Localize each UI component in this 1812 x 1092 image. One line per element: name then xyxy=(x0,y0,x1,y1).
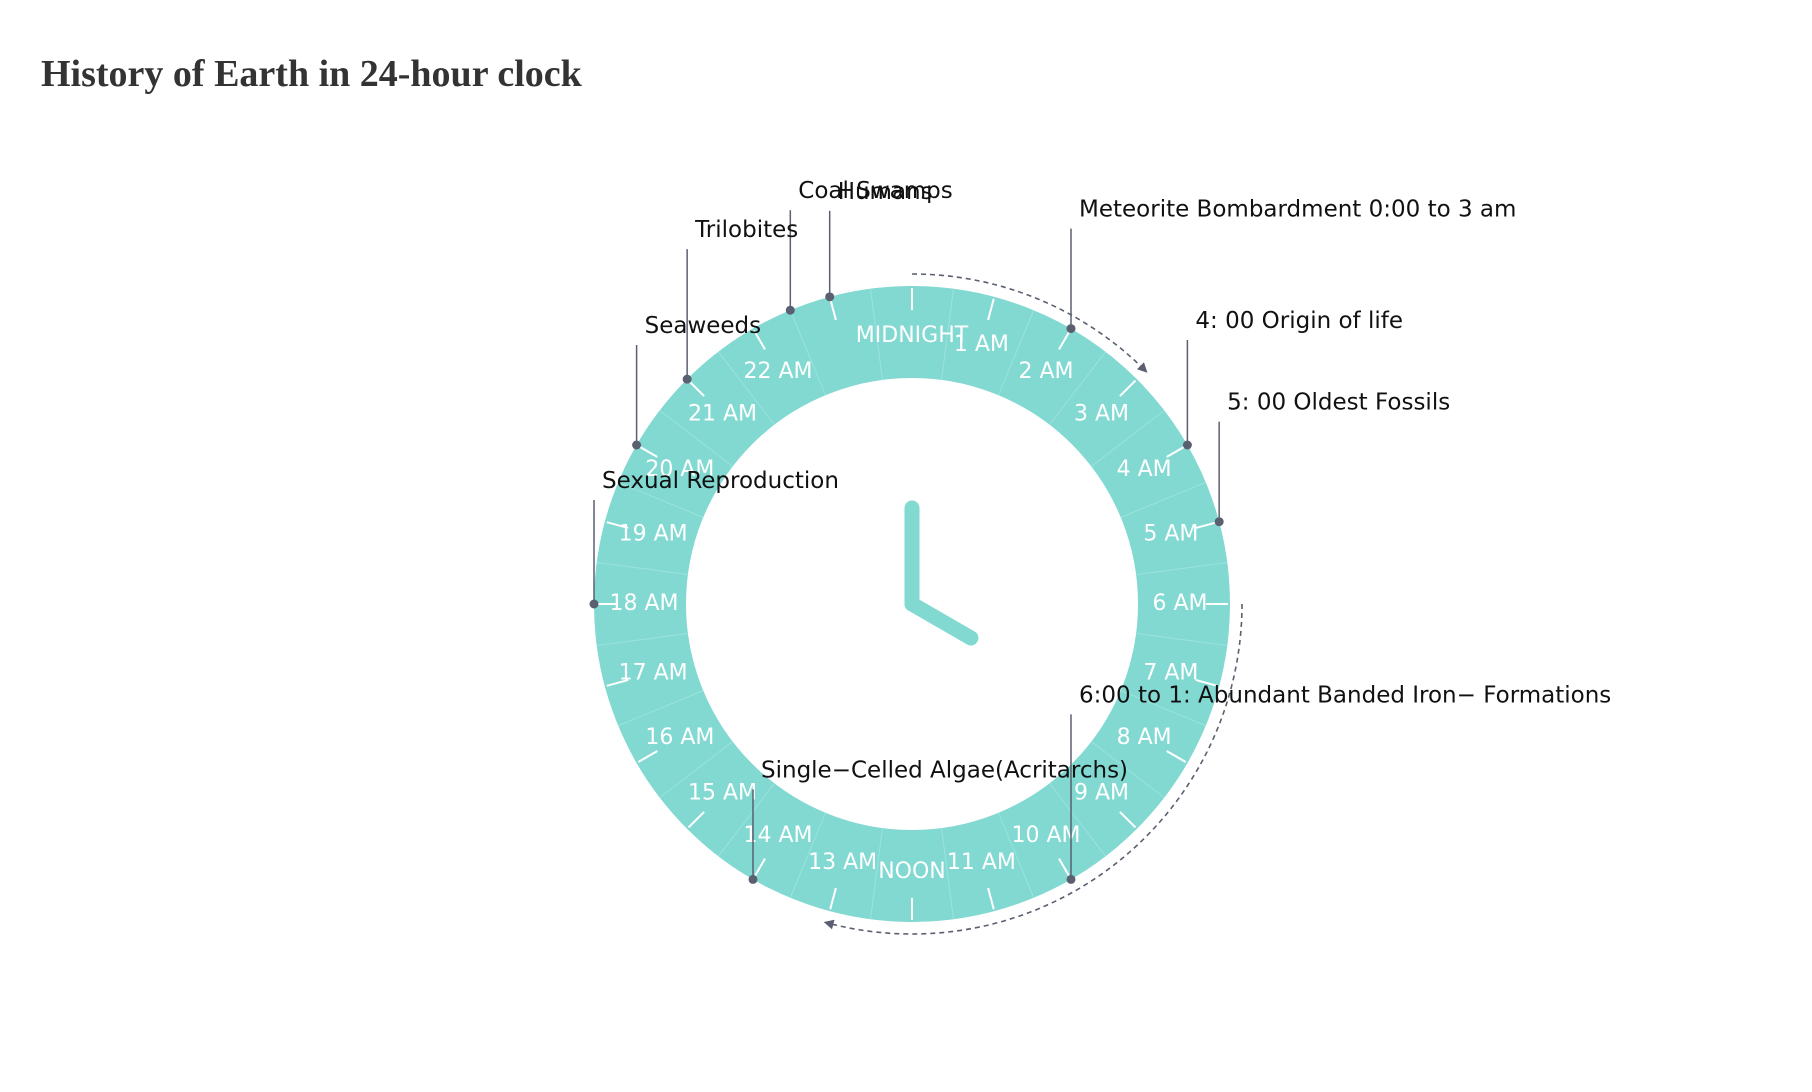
event-label: Trilobites xyxy=(694,217,798,243)
event-marker-dot xyxy=(825,292,835,302)
hour-label: 22 AM xyxy=(743,359,812,384)
hour-label: MIDNIGHT xyxy=(856,323,969,348)
event-label: Meteorite Bombardment 0:00 to 3 am xyxy=(1079,197,1516,223)
hour-label: 18 AM xyxy=(609,591,678,616)
event-marker-dot xyxy=(785,305,795,315)
hour-hand xyxy=(904,596,979,646)
event-marker-dot xyxy=(682,374,692,384)
hour-label: 19 AM xyxy=(619,522,688,547)
event-label: 5: 00 Oldest Fossils xyxy=(1227,390,1450,416)
hour-label: 16 AM xyxy=(645,725,714,750)
event-label: Single−Celled Algae(Acritarchs) xyxy=(761,757,1128,783)
event-marker-dot xyxy=(748,874,758,884)
event-marker-dot xyxy=(1182,440,1192,450)
hour-label: 9 AM xyxy=(1074,781,1129,806)
event-marker-dot xyxy=(1214,517,1224,527)
hour-label: 14 AM xyxy=(743,823,812,848)
hour-label: 21 AM xyxy=(688,401,757,426)
hour-label: 11 AM xyxy=(947,850,1016,875)
hour-label: 5 AM xyxy=(1143,522,1198,547)
event-marker-dot xyxy=(1066,874,1076,884)
hour-label: 8 AM xyxy=(1117,725,1172,750)
hour-label: 17 AM xyxy=(619,660,688,685)
hour-label: 10 AM xyxy=(1011,823,1080,848)
hour-label: 4 AM xyxy=(1117,457,1172,482)
hour-label: 2 AM xyxy=(1018,359,1073,384)
event-label: Sexual Reproduction xyxy=(602,468,839,494)
hour-label: 6 AM xyxy=(1152,591,1207,616)
event-marker-dot xyxy=(589,599,599,609)
event-marker-dot xyxy=(1066,324,1076,334)
history-clock-diagram: MIDNIGHT1 AM2 AM3 AM4 AM5 AM6 AM7 AM8 AM… xyxy=(589,178,1611,935)
event-label: Coal Swamps xyxy=(798,178,952,204)
event-marker-dot xyxy=(632,440,642,450)
event-label: 6:00 to 1: Abundant Banded Iron− Formati… xyxy=(1079,682,1611,708)
event-label: 4: 00 Origin of life xyxy=(1195,308,1403,334)
hour-label: NOON xyxy=(878,859,946,884)
hour-label: 13 AM xyxy=(808,850,877,875)
hour-label: 15 AM xyxy=(688,781,757,806)
event-label: Seaweeds xyxy=(645,313,762,339)
clock-hands xyxy=(904,500,979,646)
hour-label: 1 AM xyxy=(954,332,1009,357)
hour-label: 3 AM xyxy=(1074,401,1129,426)
